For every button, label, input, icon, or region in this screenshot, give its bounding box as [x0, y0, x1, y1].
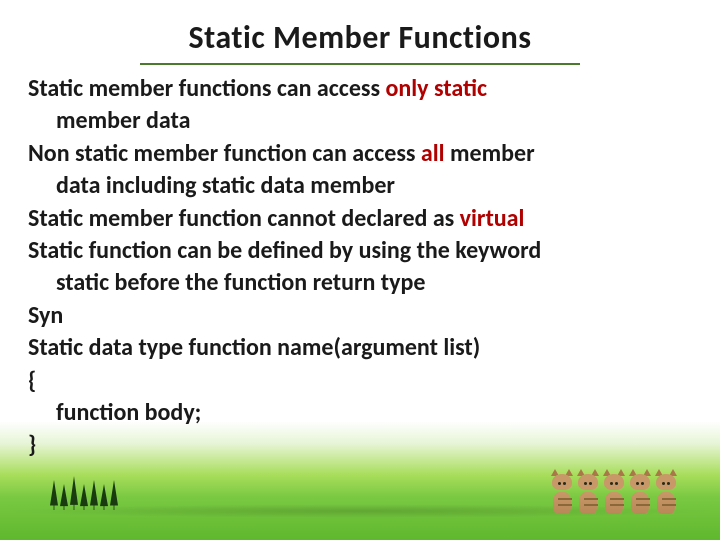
line-4-cont: static before the function return type: [28, 267, 692, 299]
line-2-cont: data including static data member: [28, 170, 692, 202]
line-8: function body;: [28, 397, 692, 429]
cat-icon: [628, 472, 652, 514]
slide: Static Member Functions Static member fu…: [0, 0, 720, 540]
line-5: Syn: [28, 300, 692, 332]
tree-icon: [80, 484, 88, 510]
cat-icon: [602, 472, 626, 514]
title-underline: [140, 63, 580, 65]
tree-icon: [50, 480, 58, 510]
line-3: Static member function cannot declared a…: [28, 203, 692, 235]
highlight-only-static: only static: [386, 74, 488, 103]
cat-icon: [550, 472, 574, 514]
slide-title: Static Member Functions: [28, 18, 692, 57]
cat-icon: [654, 472, 678, 514]
line-6: Static data type function name(argument …: [28, 332, 692, 364]
line-1: Static member functions can access only …: [28, 73, 692, 105]
cats-decoration: [550, 472, 678, 514]
tree-icon: [100, 484, 108, 510]
line-2: Non static member function can access al…: [28, 138, 692, 170]
line-4: Static function can be defined by using …: [28, 235, 692, 267]
highlight-virtual: virtual: [460, 204, 525, 233]
tree-icon: [90, 480, 98, 510]
line-1-cont: member data: [28, 105, 692, 137]
highlight-all: all: [421, 139, 445, 168]
slide-content: Static member functions can access only …: [28, 73, 692, 462]
tree-icon: [60, 484, 68, 510]
tree-icon: [70, 476, 78, 510]
cat-icon: [576, 472, 600, 514]
line-9: }: [28, 429, 692, 461]
tree-icon: [110, 480, 118, 510]
trees-decoration: [50, 476, 118, 510]
line-7: {: [28, 365, 692, 397]
